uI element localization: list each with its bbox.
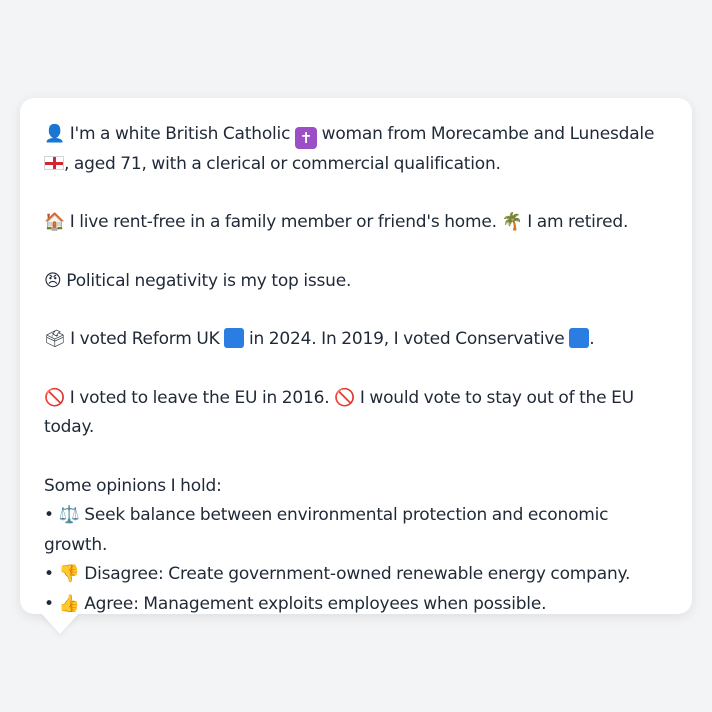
latin-cross-icon: ✝ [294,127,317,149]
intro-text-a: I'm a white British Catholic [69,124,291,144]
housing-paragraph: 🏠 I live rent-free in a family member or… [44,208,672,238]
issue-paragraph: 😠 Political negativity is my top issue. [44,267,672,297]
votes-text-a: I voted Reform UK [70,329,220,349]
prohibited-icon: 🚫 [44,387,65,408]
thumbs-down-icon: 👎 [58,564,80,584]
intro-text-b: woman from Morecambe and Lunesdale [321,124,655,144]
intro-text-c: , aged 71, with a clerical or commercial… [64,153,501,174]
angry-face-icon: 😠 [44,270,62,291]
eu-text-a: I voted to leave the EU in 2016. [69,387,330,408]
thumbs-up-icon: 👍 [58,593,80,614]
opinions-heading: Some opinions I hold: [44,475,222,496]
blue-square-icon [569,328,590,348]
balance-scale-icon: ⚖️ [58,505,80,525]
person-silhouette-icon: 👤 [44,124,65,144]
house-icon: 🏠 [44,212,65,232]
england-flag-icon [44,155,64,170]
housing-text-a: I live rent-free in a family member or f… [69,212,497,232]
list-item: • 👍 Agree: Management exploits employees… [44,590,672,620]
opinions-list: • ⚖️ Seek balance between environmental … [44,501,672,619]
ballot-box-icon: 🗳 [44,329,66,349]
issue-text: Political negativity is my top issue. [66,270,352,291]
bullet: • [44,593,54,614]
votes-text-b: in 2024. In 2019, I voted Conservative [248,329,565,349]
eu-paragraph: 🚫 I voted to leave the EU in 2016. 🚫 I w… [44,384,672,443]
bullet: • [44,505,54,525]
housing-text-b: I am retired. [527,212,629,232]
opinions-section: Some opinions I hold: • ⚖️ Seek balance … [44,472,672,620]
list-item: • 👎 Disagree: Create government-owned re… [44,560,672,590]
palm-tree-icon: 🌴 [501,212,523,232]
speech-bubble-tail [40,612,80,634]
intro-paragraph: 👤 I'm a white British Catholic ✝ woman f… [44,120,672,179]
opinion-text: Agree: Management exploits employees whe… [84,593,547,614]
bullet: • [44,564,54,584]
opinion-text: Disagree: Create government-owned renewa… [84,564,631,584]
votes-text-c: . [589,329,595,349]
persona-card: 👤 I'm a white British Catholic ✝ woman f… [20,98,692,614]
prohibited-icon: 🚫 [334,387,356,408]
blue-square-icon [224,328,245,348]
list-item: • ⚖️ Seek balance between environmental … [44,501,672,560]
votes-paragraph: 🗳 I voted Reform UK in 2024. In 2019, I … [44,325,672,355]
opinion-text: Seek balance between environmental prote… [44,505,609,555]
